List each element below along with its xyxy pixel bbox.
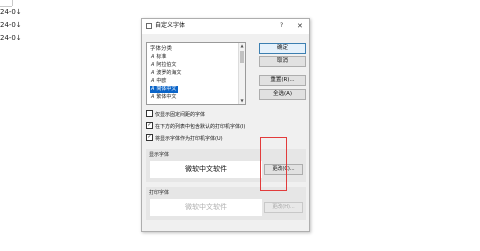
display-font-preview: 微软中文软件 bbox=[150, 161, 262, 178]
scroll-up-icon[interactable]: ▲ bbox=[239, 43, 245, 49]
printer-font-preview: 微软中文软件 bbox=[150, 199, 262, 216]
list-item[interactable]: A 繁体中文 bbox=[150, 94, 178, 101]
change-printer-font-button[interactable]: 更改(H)... bbox=[264, 202, 303, 213]
checkbox-label: 仅显示固定间距的字体 bbox=[155, 112, 206, 118]
help-button[interactable]: ? bbox=[280, 21, 283, 31]
list-item-label: 波罗的海文 bbox=[156, 70, 182, 76]
ok-button[interactable]: 确定 bbox=[259, 43, 306, 54]
font-category-list[interactable]: 字体分类 A 标准 A 阿拉伯文 A 波罗的海文 A 中欧 A 简体中文 A 繁体中文 ▲ … bbox=[146, 42, 246, 105]
cancel-button[interactable]: 取消 bbox=[259, 56, 306, 67]
font-icon: A bbox=[151, 94, 155, 100]
document-text: 24-0↓ 24-0↓ 24-0↓ bbox=[0, 6, 22, 45]
annotation-highlight-box bbox=[260, 137, 287, 191]
scroll-thumb[interactable] bbox=[240, 51, 244, 63]
font-icon: A bbox=[151, 62, 155, 68]
dialog-app-icon bbox=[146, 23, 152, 29]
document-line: 24-0↓ bbox=[0, 34, 22, 42]
checkbox-checked-icon[interactable]: ✓ bbox=[146, 134, 153, 141]
font-icon: A bbox=[151, 78, 155, 84]
checkbox-label: 将显示字体作为打印机字体(U) bbox=[155, 136, 223, 142]
list-scrollbar[interactable]: ▲ ▼ bbox=[238, 43, 245, 104]
reset-button[interactable]: 重置(R)... bbox=[259, 75, 306, 86]
font-icon: A bbox=[151, 86, 155, 92]
custom-font-dialog: 自定义字体 ? ✕ 字体分类 A 标准 A 阿拉伯文 A 波罗的海文 A 中欧 A 简体中… bbox=[141, 18, 310, 232]
dialog-title: 自定义字体 bbox=[155, 22, 186, 29]
fixed-width-checkbox[interactable]: 仅显示固定间距的字体 bbox=[146, 110, 306, 119]
list-item[interactable]: A 中欧 bbox=[150, 78, 168, 85]
list-item[interactable]: A 阿拉伯文 bbox=[150, 62, 178, 69]
font-icon: A bbox=[151, 54, 155, 60]
list-item-label: 中欧 bbox=[156, 78, 167, 84]
printer-font-group: 打印字体 微软中文软件 更改(H)... bbox=[146, 187, 306, 220]
document-line: 24-0↓ bbox=[0, 8, 22, 16]
list-item-label: 标准 bbox=[156, 54, 167, 60]
list-item[interactable]: A 标准 bbox=[150, 54, 168, 61]
checkbox-label: 在下方的列表中包含默认的打印机字体(I) bbox=[155, 124, 246, 130]
font-icon: A bbox=[151, 70, 155, 76]
list-header: 字体分类 bbox=[150, 46, 173, 52]
display-font-label: 显示字体 bbox=[149, 152, 170, 158]
close-button[interactable]: ✕ bbox=[297, 21, 303, 31]
list-item-label: 简体中文 bbox=[156, 86, 177, 92]
checkbox-checked-icon[interactable]: ✓ bbox=[146, 122, 153, 129]
list-item[interactable]: A 波罗的海文 bbox=[150, 70, 183, 77]
reset-all-button[interactable]: 全选(A) bbox=[259, 89, 306, 100]
list-item-label: 阿拉伯文 bbox=[156, 62, 177, 68]
scroll-down-icon[interactable]: ▼ bbox=[239, 98, 245, 104]
printer-font-label: 打印字体 bbox=[149, 190, 170, 196]
checkbox-unchecked-icon[interactable] bbox=[146, 110, 153, 117]
list-item-selected[interactable]: A 简体中文 bbox=[150, 86, 179, 93]
include-printer-fonts-checkbox[interactable]: ✓ 在下方的列表中包含默认的打印机字体(I) bbox=[146, 122, 306, 131]
document-line: 24-0↓ bbox=[0, 21, 22, 29]
list-item-label: 繁体中文 bbox=[156, 94, 177, 100]
dialog-titlebar[interactable]: 自定义字体 ? ✕ bbox=[142, 19, 309, 34]
